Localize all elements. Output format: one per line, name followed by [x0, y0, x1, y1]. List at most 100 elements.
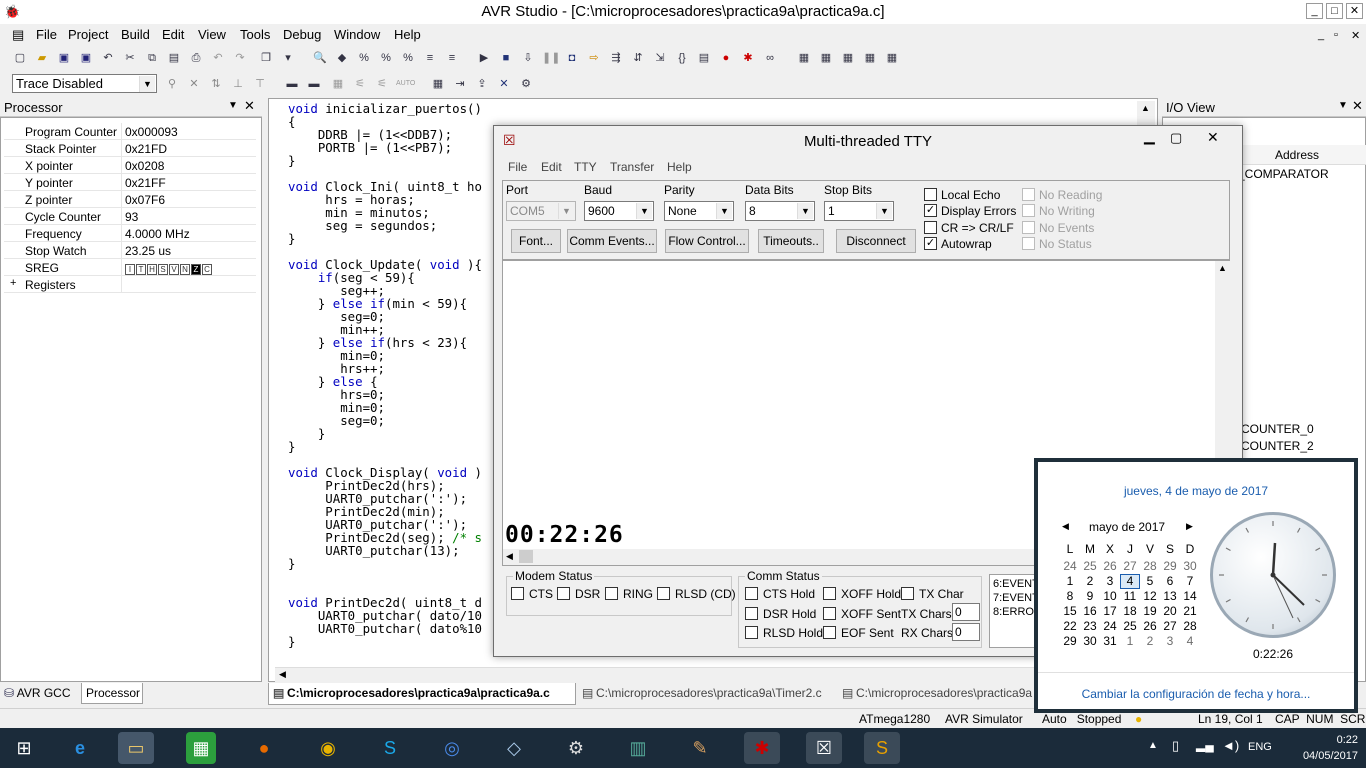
bug-icon[interactable]: ✱	[740, 50, 756, 66]
arrow-icon[interactable]: ⇨	[586, 50, 602, 66]
xoff-sent-checkbox[interactable]	[823, 607, 836, 620]
language-indicator[interactable]: ENG	[1248, 741, 1272, 753]
io-item[interactable]: COUNTER_0	[1241, 422, 1314, 436]
sreg-flag[interactable]: H	[147, 264, 157, 275]
tab-practica9a[interactable]: ▤ C:\microprocesadores\practica9a\practi…	[268, 683, 576, 705]
new-file-icon[interactable]: ▢	[12, 50, 28, 66]
tty-menu-tty[interactable]: TTY	[574, 160, 597, 174]
calendar-day[interactable]: 4	[1180, 634, 1200, 648]
firefox-icon[interactable]: ●	[246, 732, 282, 764]
save-icon[interactable]: ▣	[56, 50, 72, 66]
calendar-day[interactable]: 13	[1160, 589, 1180, 603]
calendar-day[interactable]: 28	[1140, 559, 1160, 573]
tray-expand-icon[interactable]: ▲	[1148, 740, 1158, 751]
network-icon[interactable]: ▂▄	[1196, 738, 1214, 752]
tty-close-button[interactable]: ✕	[1207, 129, 1219, 146]
calendar-day[interactable]: 3	[1160, 634, 1180, 648]
mark-icon[interactable]: ◆	[334, 50, 350, 66]
chip-icon[interactable]: ▬	[284, 76, 300, 92]
change-datetime-link[interactable]: Cambiar la configuración de fecha y hora…	[1038, 687, 1354, 701]
ring-checkbox[interactable]	[605, 587, 618, 600]
calendar-day[interactable]: 20	[1160, 604, 1180, 618]
rlsd-checkbox[interactable]	[657, 587, 670, 600]
store-icon[interactable]: ▦	[186, 732, 216, 764]
processor-row[interactable]: Z pointer 0x07F6	[4, 191, 256, 208]
copy-icon[interactable]: ⧉	[144, 50, 160, 66]
tty-maximize-button[interactable]: ▢	[1170, 130, 1182, 146]
print-icon[interactable]: ⎙	[188, 50, 204, 66]
scroll-left-icon[interactable]: ◀	[506, 551, 513, 562]
memory-icon[interactable]: ▦	[818, 50, 834, 66]
calendar-day[interactable]: 27	[1160, 619, 1180, 633]
dsr-hold-checkbox[interactable]	[745, 607, 758, 620]
calendar-day[interactable]: 2	[1140, 634, 1160, 648]
sreg-flag[interactable]: T	[136, 264, 146, 275]
dropdown-icon[interactable]: ▾	[280, 50, 296, 66]
menu-edit[interactable]: Edit	[162, 27, 184, 42]
cr-lf-checkbox[interactable]	[924, 221, 937, 234]
calendar-day[interactable]: 19	[1140, 604, 1160, 618]
trace3-icon[interactable]: ⇅	[208, 76, 224, 92]
horizontal-scrollbar[interactable]: ◀	[275, 667, 1155, 683]
calendar-date-link[interactable]: jueves, 4 de mayo de 2017	[1038, 484, 1354, 498]
upload-icon[interactable]: ⇪	[474, 76, 490, 92]
calendar-day[interactable]: 28	[1180, 619, 1200, 633]
reset-icon[interactable]: ◘	[564, 50, 580, 66]
calendar-day[interactable]: 1	[1060, 574, 1080, 588]
processor-row[interactable]: Y pointer 0x21FF	[4, 174, 256, 191]
prev-month-icon[interactable]: ◀	[1062, 521, 1069, 532]
font-button[interactable]: Font...	[511, 229, 561, 253]
avr-studio-icon[interactable]: ✱	[744, 732, 780, 764]
tty-menu-transfer[interactable]: Transfer	[610, 160, 654, 174]
trace-select[interactable]: Trace Disabled ▼	[12, 74, 157, 93]
io-icon[interactable]: ▦	[862, 50, 878, 66]
processor-row[interactable]: Frequency 4.0000 MHz	[4, 225, 256, 242]
start-button[interactable]: ⊞	[6, 732, 42, 764]
io-address-column[interactable]: Address	[1275, 148, 1319, 162]
glasses-icon[interactable]: ∞	[762, 50, 778, 66]
sreg-flag[interactable]: Z	[191, 264, 201, 275]
calendar-day[interactable]: 5	[1140, 574, 1160, 588]
calendar-day[interactable]: 24	[1060, 559, 1080, 573]
outdent-icon[interactable]: ≡	[444, 50, 460, 66]
calendar-day[interactable]: 8	[1060, 589, 1080, 603]
panel-menu-icon[interactable]: ▼	[228, 100, 238, 111]
calendar-day[interactable]: 3	[1100, 574, 1120, 588]
disasm-icon[interactable]: ▤	[696, 50, 712, 66]
autowrap-checkbox[interactable]: ✓	[924, 237, 937, 250]
calendar-day[interactable]: 29	[1160, 559, 1180, 573]
calendar-day[interactable]: 27	[1120, 559, 1140, 573]
sreg-flag[interactable]: I	[125, 264, 135, 275]
next-month-icon[interactable]: ▶	[1186, 521, 1193, 532]
port-select[interactable]: COM5 ▼	[506, 201, 576, 221]
local-echo-checkbox[interactable]	[924, 188, 937, 201]
chip2-icon[interactable]: ▦	[330, 76, 346, 92]
panel-close-icon[interactable]: ✕	[1352, 98, 1363, 114]
calendar-day[interactable]: 26	[1100, 559, 1120, 573]
calendar-day[interactable]: 2	[1080, 574, 1100, 588]
tty-minimize-button[interactable]: ▁	[1144, 128, 1155, 145]
tx-char-checkbox[interactable]	[901, 587, 914, 600]
bookmark2-icon[interactable]: %	[378, 50, 394, 66]
bookmark3-icon[interactable]: %	[400, 50, 416, 66]
processor-icon[interactable]: ▦	[884, 50, 900, 66]
auto-icon[interactable]: AUTO	[396, 76, 415, 92]
paint-icon[interactable]: ✎	[682, 732, 718, 764]
tab-avr-gcc[interactable]: ⛁ AVR GCC	[4, 686, 71, 700]
open-icon[interactable]: ▰	[34, 50, 50, 66]
scroll-up-icon[interactable]: ▲	[1218, 263, 1227, 273]
mdi-close-button[interactable]: ✕	[1351, 29, 1360, 42]
chart-app-icon[interactable]: ▥	[620, 732, 656, 764]
connect-icon[interactable]: ⚟	[352, 76, 368, 92]
calendar-day[interactable]: 11	[1120, 589, 1140, 603]
calendar-day[interactable]: 18	[1120, 604, 1140, 618]
menu-view[interactable]: View	[198, 27, 226, 42]
calendar-day[interactable]: 29	[1060, 634, 1080, 648]
calendar-day[interactable]: 25	[1120, 619, 1140, 633]
tray-clock[interactable]: 0:22 04/05/2017	[1270, 732, 1358, 764]
tty-menu-file[interactable]: File	[508, 160, 527, 174]
tab-processor[interactable]: Processor	[81, 683, 143, 704]
steam-icon[interactable]: ⚙	[558, 732, 594, 764]
sreg-flag[interactable]: V	[169, 264, 179, 275]
save-all-icon[interactable]: ▣	[78, 50, 94, 66]
